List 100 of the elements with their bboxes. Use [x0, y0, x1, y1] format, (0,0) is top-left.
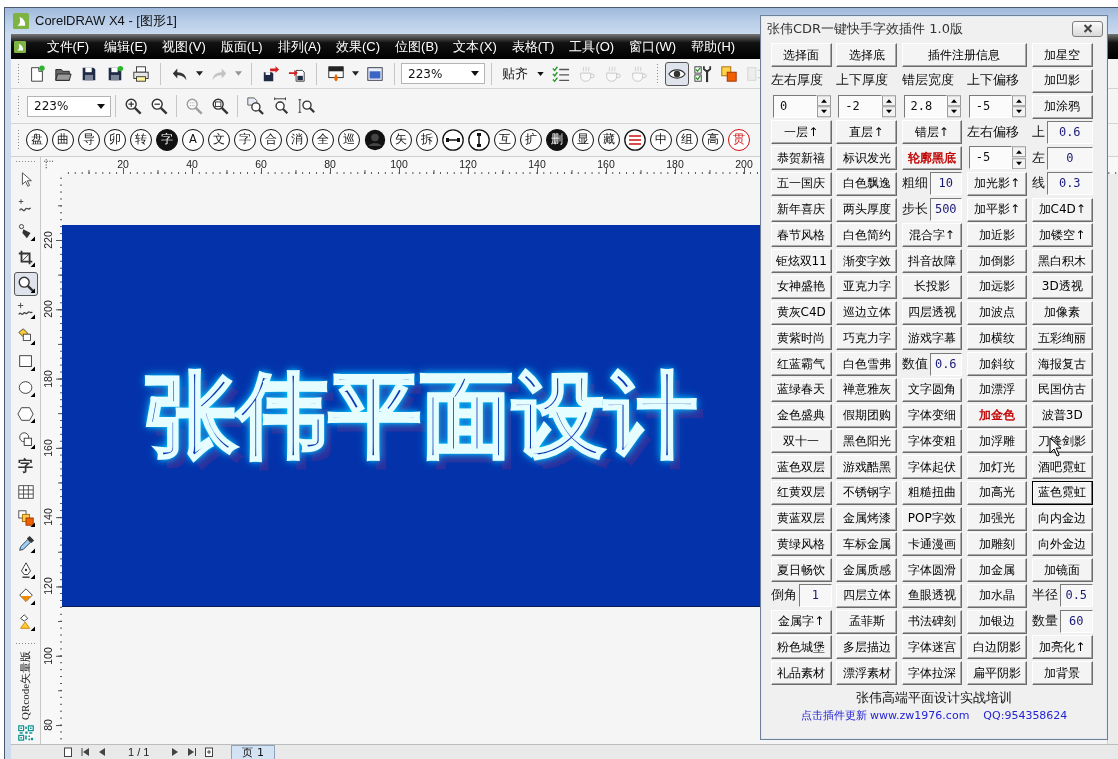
rectangle-icon[interactable] [16, 353, 35, 371]
plugin-button[interactable]: 向内金边 [1032, 506, 1093, 531]
plugin-button[interactable]: 波普3D [1032, 403, 1093, 428]
number-field[interactable]: 0.5 [1060, 584, 1093, 608]
plugin-button[interactable]: 红蓝霸气 [771, 352, 832, 376]
symbol-tool-button[interactable]: 合 [260, 129, 282, 151]
number-field[interactable]: 60 [1060, 610, 1093, 633]
qr-code-icon[interactable] [17, 725, 34, 741]
plugin-button[interactable]: 加凹影 [1032, 68, 1093, 93]
menu-item[interactable]: 版面(L) [213, 37, 271, 56]
symbol-tool-button[interactable]: 卯 [104, 129, 126, 151]
plugin-button[interactable]: 加涂鸦 [1032, 94, 1093, 119]
squiggle-icon[interactable] [16, 301, 35, 319]
window-icon[interactable] [366, 64, 384, 83]
previous-page-icon[interactable] [97, 747, 107, 757]
plugin-button[interactable]: 字体圆滑 [901, 558, 962, 582]
plugin-button[interactable]: 钜炫双11 [771, 249, 832, 273]
update-link[interactable]: 点击插件更新 www.zw1976.com [800, 709, 970, 722]
symbol-tool-button[interactable]: 藏 [598, 129, 620, 151]
symbol-tool-button[interactable]: 高 [702, 129, 724, 151]
plugin-button[interactable]: 酒吧霓虹 [1032, 455, 1093, 479]
plugin-button[interactable]: 金色盛典 [771, 403, 832, 428]
plugin-button[interactable]: 夏日畅饮 [771, 558, 832, 582]
checklist-wrench-icon[interactable] [694, 64, 712, 83]
plugin-button[interactable]: 加像素 [1032, 300, 1093, 325]
lines-circle-icon[interactable] [624, 129, 646, 151]
plugin-button[interactable]: 游戏酷黑 [836, 455, 897, 479]
plugin-button[interactable]: 长投影 [901, 274, 962, 299]
overlap-squares-icon[interactable] [720, 64, 738, 83]
plugin-button[interactable]: 插件注册信息 [901, 43, 1028, 67]
number-field[interactable]: 1 [799, 584, 832, 608]
plugin-button[interactable]: 加近影 [966, 223, 1028, 248]
plugin-button[interactable]: 蓝色双层 [771, 455, 832, 479]
plugin-button[interactable]: 四层立体 [836, 583, 897, 608]
symbol-tool-button[interactable]: 互 [494, 129, 516, 151]
plugin-button[interactable]: 金属烤漆 [836, 506, 897, 531]
plugin-button[interactable]: 加背景 [1032, 661, 1093, 685]
plugin-button[interactable]: 加C4D↑ [1032, 197, 1093, 222]
hexagon-icon[interactable] [16, 405, 35, 423]
plugin-button[interactable]: 黑白积木 [1032, 249, 1093, 273]
plugin-button[interactable]: 黄蓝双层 [771, 506, 832, 531]
plugin-button[interactable]: 加镜面 [1032, 558, 1093, 582]
plugin-button[interactable]: 字体起伏 [901, 455, 962, 479]
number-field[interactable]: -5 [968, 94, 1013, 118]
plugin-button[interactable]: 女神盛艳 [771, 274, 832, 299]
symbol-tool-button[interactable]: 字 [156, 129, 178, 151]
plugin-button[interactable]: 加雕刻 [966, 532, 1028, 557]
printer-icon[interactable] [132, 64, 150, 83]
plugin-button[interactable]: 巧克力字 [836, 326, 897, 351]
text-tool-button[interactable]: 字 [16, 457, 35, 475]
stacked-squares-icon[interactable] [16, 509, 35, 527]
plugin-button[interactable]: 加横纹 [966, 326, 1028, 351]
plugin-button[interactable]: 字体变粗 [901, 429, 962, 454]
symbol-tool-button[interactable]: 显 [572, 129, 594, 151]
number-field[interactable]: 0 [1047, 146, 1093, 170]
caret-icon[interactable] [196, 71, 203, 76]
plugin-button[interactable]: 新年喜庆 [771, 197, 832, 222]
menu-item[interactable]: 表格(T) [504, 37, 562, 56]
plugin-button[interactable]: 向外金边 [1032, 532, 1093, 557]
plugin-button[interactable]: 3D透视 [1032, 274, 1093, 299]
plugin-button[interactable]: 游戏字幕 [901, 326, 962, 351]
circle-square-icon[interactable] [16, 431, 35, 449]
symbol-tool-button[interactable]: 拆 [416, 129, 438, 151]
plugin-button[interactable]: 白色飘逸 [836, 171, 897, 196]
symbol-tool-button[interactable]: 盘 [26, 129, 48, 151]
plugin-button[interactable]: 不锈钢字 [836, 480, 897, 505]
number-field[interactable]: 500 [929, 198, 962, 221]
menu-item[interactable]: 视图(V) [154, 37, 214, 56]
plugin-button[interactable]: 文字圆角 [901, 377, 962, 402]
menu-item[interactable]: 文件(F) [39, 37, 97, 56]
plugin-button[interactable]: 轮廓黑底 [901, 146, 962, 170]
plugin-button[interactable]: 错层↑ [901, 120, 962, 145]
number-field[interactable]: 0.6 [1047, 120, 1093, 144]
plugin-button[interactable]: 加斜纹 [966, 352, 1028, 376]
plugin-button[interactable]: 加镂空↑ [1032, 223, 1093, 248]
plugin-button[interactable]: 抖音故障 [901, 249, 962, 273]
number-field[interactable]: 10 [929, 172, 962, 196]
plugin-button[interactable]: 黄绿风格 [771, 532, 832, 557]
plugin-button[interactable]: 两头厚度 [836, 197, 897, 222]
symbol-tool-button[interactable]: 矢 [390, 129, 412, 151]
magnifier-plus-icon[interactable] [124, 97, 142, 115]
plugin-button[interactable]: 字体拉深 [901, 661, 962, 685]
plugin-button[interactable]: 黄灰C4D [771, 300, 832, 325]
symbol-tool-button[interactable]: 曲 [52, 129, 74, 151]
number-field[interactable]: 2.8 [903, 94, 947, 118]
plugin-button[interactable]: 白色简约 [836, 223, 897, 248]
menu-item[interactable]: 窗口(W) [621, 37, 684, 56]
plugin-button[interactable]: 加高光 [966, 480, 1028, 505]
number-field[interactable]: 0 [773, 94, 817, 118]
plugin-button[interactable]: 黄紫时尚 [771, 326, 832, 351]
page-magnifier-icon[interactable] [246, 97, 264, 115]
plugin-button[interactable]: 黑色阳光 [836, 429, 897, 454]
symbol-tool-button[interactable]: 文 [208, 129, 230, 151]
number-field[interactable]: 0.6 [929, 352, 962, 376]
number-field[interactable]: 0.3 [1047, 172, 1093, 196]
plugin-button[interactable]: 加倒影 [966, 249, 1028, 273]
close-button[interactable] [1072, 20, 1103, 37]
plugin-button[interactable]: 礼品素材 [771, 661, 832, 685]
plugin-button[interactable]: 四层透视 [901, 300, 962, 325]
symbol-tool-button[interactable]: 贯 [728, 129, 750, 151]
